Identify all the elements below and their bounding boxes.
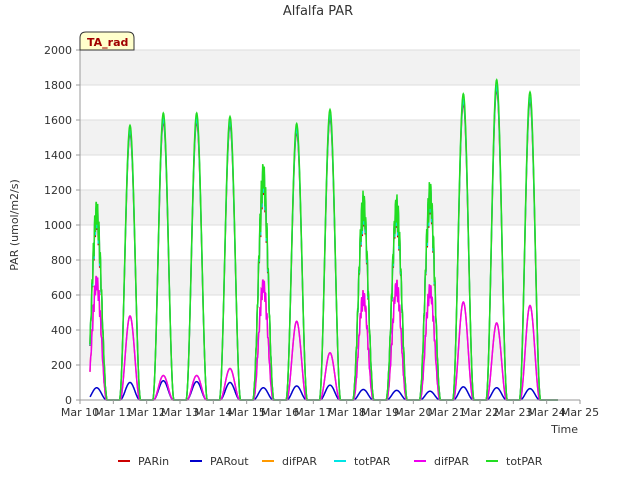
grid-band [80,120,580,155]
y-tick-label: 2000 [44,44,72,57]
legend-label: PARin [138,455,169,468]
y-tick-label: 200 [51,359,72,372]
legend-label: difPAR [434,455,469,468]
chart-title: Alfalfa PAR [283,4,353,19]
grid-band [80,260,580,295]
x-tick-label: Mar 25 [561,406,599,419]
legend-label: PARout [210,455,249,468]
y-axis-label: PAR (umol/m2/s) [8,179,21,271]
y-tick-label: 1000 [44,219,72,232]
legend-label: totPAR [354,455,391,468]
grid-band [80,190,580,225]
grid-band [80,50,580,85]
y-tick-label: 1800 [44,79,72,92]
y-tick-label: 400 [51,324,72,337]
y-tick-label: 600 [51,289,72,302]
y-tick-label: 1400 [44,149,72,162]
y-tick-label: 800 [51,254,72,267]
chart: Alfalfa PAR 0200400600800100012001400160… [0,0,640,480]
legend-label: difPAR [282,455,317,468]
annotation-badge: TA_rad [79,31,135,51]
y-tick-label: 1200 [44,184,72,197]
legend-label: totPAR [506,455,543,468]
y-tick-label: 1600 [44,114,72,127]
x-axis-label: Time [550,423,578,436]
annotation-label: TA_rad [87,36,128,49]
